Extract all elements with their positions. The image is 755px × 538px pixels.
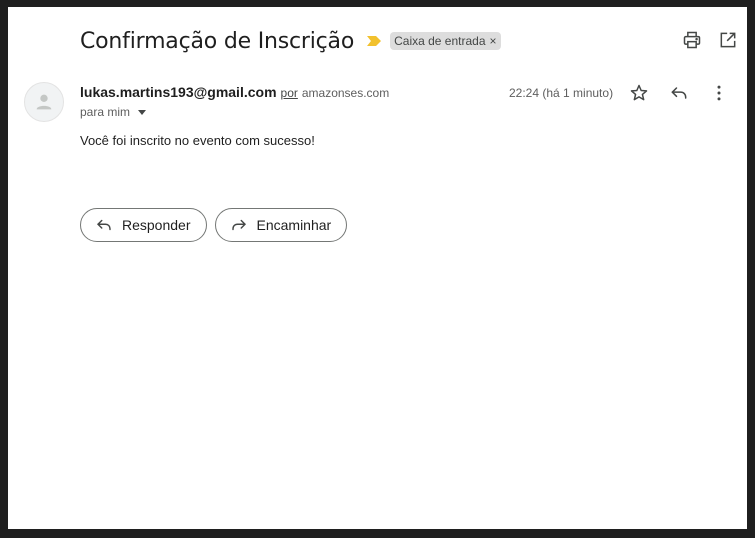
email-body: Você foi inscrito no evento com sucesso! (80, 133, 315, 148)
inbox-label-chip[interactable]: Caixa de entrada × (390, 32, 501, 50)
sender-avatar[interactable] (24, 82, 64, 122)
open-in-new-window-icon[interactable] (717, 29, 739, 51)
importance-marker-icon[interactable] (366, 34, 382, 48)
thread-actions (681, 29, 739, 51)
subject-row: Confirmação de Inscrição Caixa de entrad… (80, 25, 733, 57)
star-icon[interactable] (628, 82, 650, 104)
reply-icon (95, 216, 113, 234)
forward-label: Encaminhar (256, 217, 332, 233)
more-vert-icon[interactable] (708, 82, 730, 104)
reply-icon[interactable] (668, 82, 690, 104)
email-timestamp: 22:24 (há 1 minuto) (509, 86, 614, 100)
sender-line: lukas.martins193@gmail.com por amazonses… (80, 84, 389, 100)
recipient-text: para mim (80, 105, 131, 119)
reply-label: Responder (122, 217, 191, 233)
email-view: Confirmação de Inscrição Caixa de entrad… (8, 7, 747, 529)
forward-button[interactable]: Encaminhar (214, 208, 348, 242)
email-subject: Confirmação de Inscrição (80, 28, 355, 54)
person-icon (33, 91, 55, 113)
message-actions (628, 82, 730, 104)
chevron-down-icon (138, 109, 147, 115)
reply-button[interactable]: Responder (80, 208, 207, 242)
reply-actions: Responder Encaminhar (80, 208, 348, 242)
via-link[interactable]: por (281, 86, 298, 100)
recipient-details-toggle[interactable]: para mim (80, 105, 147, 119)
forward-icon (230, 216, 248, 234)
sender-email[interactable]: lukas.martins193@gmail.com (80, 84, 277, 100)
print-icon[interactable] (681, 29, 703, 51)
inbox-label-text: Caixa de entrada (394, 34, 486, 48)
remove-label-icon[interactable]: × (490, 35, 497, 47)
via-domain: amazonses.com (301, 86, 390, 100)
